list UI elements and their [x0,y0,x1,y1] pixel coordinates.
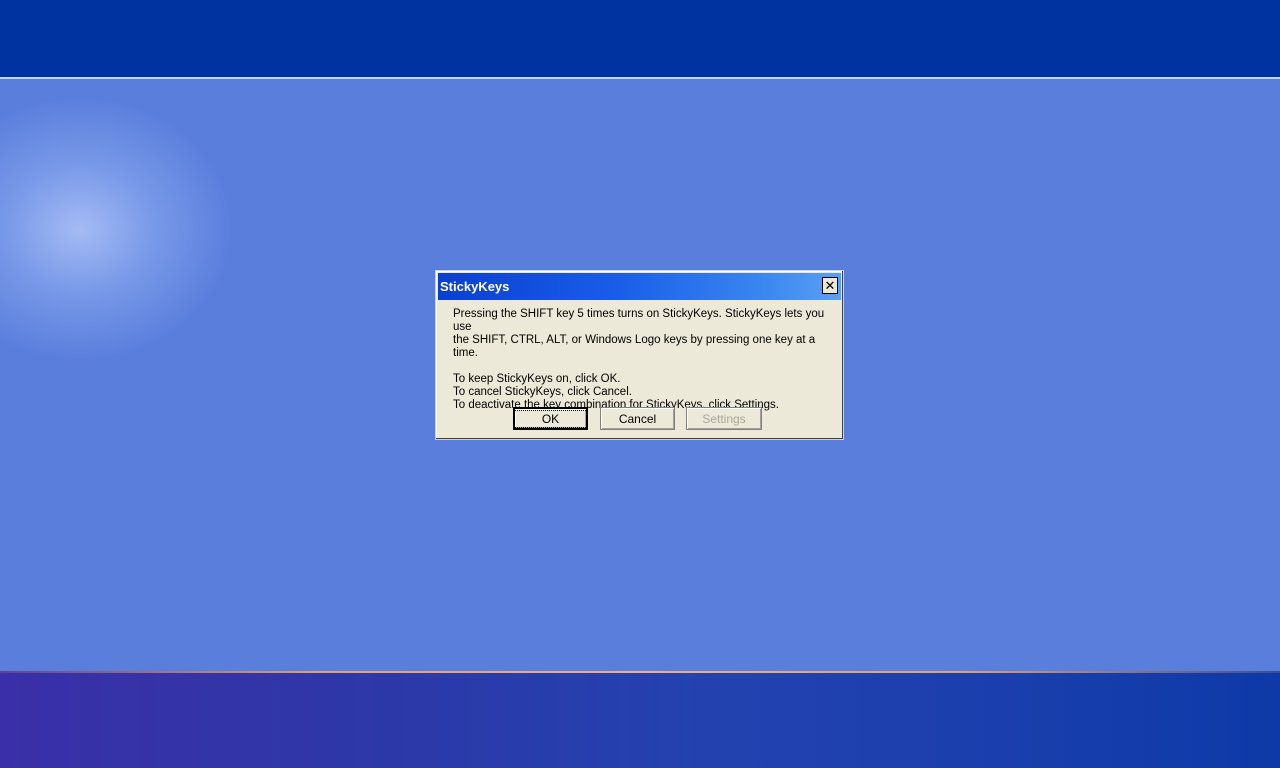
dialog-title: StickyKeys [440,279,510,294]
ok-button-label: OK [512,409,589,428]
background-glow [0,99,230,359]
message-line-1: Pressing the SHIFT key 5 times turns on … [453,308,825,333]
settings-button-label: Settings [702,411,746,426]
bottom-divider-line [0,671,1280,673]
close-icon: ✕ [824,278,836,293]
cancel-button-label: Cancel [618,411,657,426]
stickykeys-dialog: StickyKeys ✕ Pressing the SHIFT key 5 ti… [435,270,844,440]
close-button[interactable]: ✕ [822,277,838,294]
cancel-button[interactable]: Cancel [600,407,675,430]
message-line-2: the SHIFT, CTRL, ALT, or Windows Logo ke… [453,334,816,359]
bottom-band [0,671,1280,768]
login-screen-background: StickyKeys ✕ Pressing the SHIFT key 5 ti… [0,0,1280,768]
dialog-message: Pressing the SHIFT key 5 times turns on … [453,308,833,412]
message-line-4: To cancel StickyKeys, click Cancel. [453,386,632,398]
settings-button[interactable]: Settings [686,407,762,430]
ok-button[interactable]: OK [512,407,589,430]
dialog-titlebar[interactable]: StickyKeys ✕ [438,273,841,300]
top-band [0,0,1280,79]
message-line-3: To keep StickyKeys on, click OK. [453,373,621,385]
